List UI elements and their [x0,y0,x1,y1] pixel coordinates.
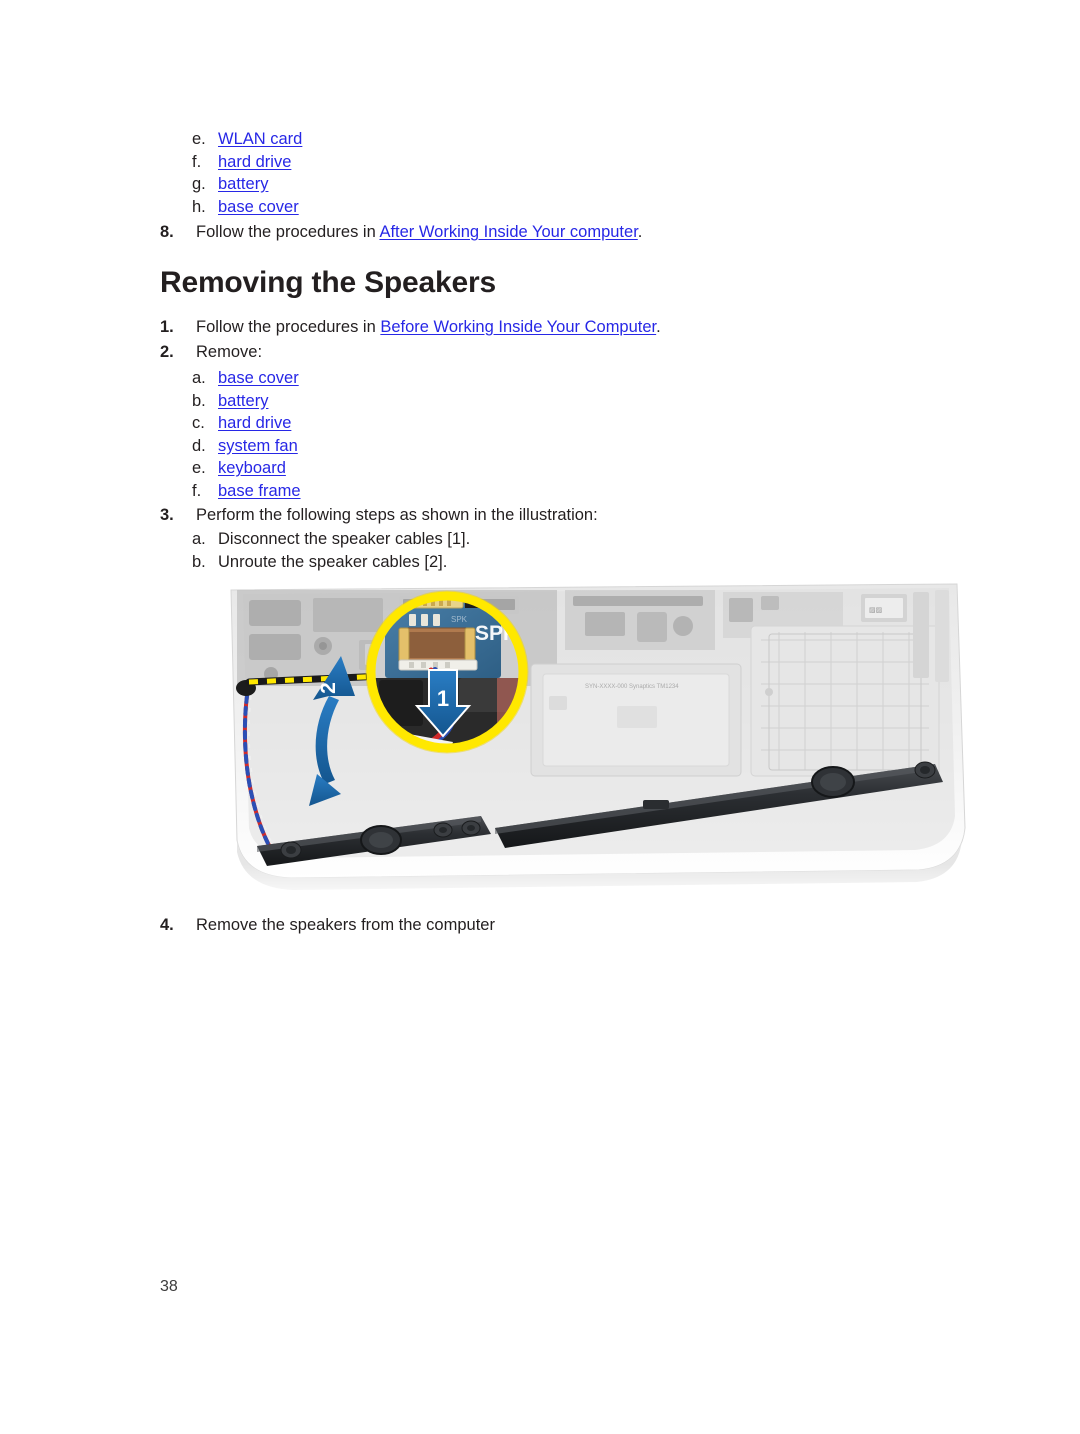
link-wlan-card[interactable]: WLAN card [218,130,302,148]
step-marker: 2. [160,343,174,361]
step-4: 4. Remove the speakers from the computer [150,913,950,938]
list-marker: h. [192,197,206,216]
step-text-before: Follow the procedures in [196,223,380,241]
step-8: 8. Follow the procedures in After Workin… [150,220,950,245]
document-page: e. WLAN card f. hard drive g. battery h.… [0,0,1080,1434]
link-base-frame[interactable]: base frame [218,482,301,500]
step-marker: 1. [160,318,174,336]
board-label-small: SPK [451,615,468,624]
link-base-cover[interactable]: base cover [218,198,299,216]
list-marker: f. [192,481,202,500]
list-item: e. WLAN card [150,128,950,151]
list-item: d. system fan [150,435,950,458]
list-item: h. base cover [150,196,950,219]
step-3-substeps: a. Disconnect the speaker cables [1]. b.… [150,528,950,573]
heading-block: Removing the Speakers [160,264,960,302]
svg-text:SYN-XXXX-000 Synaptics TM1234: SYN-XXXX-000 Synaptics TM1234 [585,684,679,690]
link-before-working-inside-your-computer[interactable]: Before Working Inside Your Computer [380,318,656,336]
list-item: f. base frame [150,480,950,503]
link-battery[interactable]: battery [218,392,268,410]
keyboard-grid-region [750,625,940,777]
step-row: 2. Remove: [150,340,950,365]
link-after-working-inside-your-computer[interactable]: After Working Inside Your computer [379,223,637,241]
page-number: 38 [160,1278,178,1295]
list-item: a. Disconnect the speaker cables [1]. [150,528,950,551]
list-marker: f. [192,152,202,171]
list-item: f. hard drive [150,151,950,174]
step-row: 3. Perform the following steps as shown … [150,503,950,528]
list-item: a. base cover [150,367,950,390]
link-system-fan[interactable]: system fan [218,437,298,455]
continued-component-list: e. WLAN card f. hard drive g. battery h.… [150,128,950,218]
arrow-1-label: 1 [437,686,449,711]
step-text-before: Follow the procedures in [196,318,381,336]
link-hard-drive[interactable]: hard drive [218,414,291,432]
speaker-removal-illustration: )) )) ▨▨ SYN-XXXX-000 Synaptics TM1234 [213,578,975,903]
step-3: 3. Perform the following steps as shown … [150,503,950,528]
list-marker: d. [192,436,206,455]
touchpad-region: SYN-XXXX-000 Synaptics TM1234 [530,663,742,777]
link-keyboard[interactable]: keyboard [218,459,286,477]
list-item: b. Unroute the speaker cables [2]. [150,551,950,574]
step-row: 4. Remove the speakers from the computer [150,913,950,938]
svg-text:▨▨: ▨▨ [869,607,882,614]
step-text-after: . [637,223,643,241]
list-item: e. keyboard [150,457,950,480]
illustration-svg: )) )) ▨▨ SYN-XXXX-000 Synaptics TM1234 [213,583,975,903]
list-marker: a. [192,369,206,387]
list-marker: b. [192,552,206,571]
link-base-cover[interactable]: base cover [218,369,299,387]
callout-circle: SPK SPK 1 [365,590,529,754]
steps-1-2: 1. Follow the procedures in Before Worki… [150,315,950,365]
step-text: Remove the speakers from the computer [196,916,495,934]
list-marker: e. [192,459,206,477]
list-marker: c. [192,414,205,432]
step-text: Remove: [196,343,263,361]
list-marker: b. [192,391,206,410]
list-marker: g. [192,175,206,193]
page-title: Removing the Speakers [160,266,496,299]
link-battery[interactable]: battery [218,175,268,193]
arrow-2-label: 2 [317,682,340,694]
substep-text: Unroute the speaker cables [2]. [218,552,448,571]
step-text: Perform the following steps as shown in … [196,506,598,524]
list-marker: e. [192,130,206,148]
step-marker: 8. [160,223,174,241]
step-text-after: . [656,318,661,336]
step-marker: 3. [160,506,174,524]
remove-component-list: a. base cover b. battery c. hard drive d… [150,367,950,502]
step-row: 8. Follow the procedures in After Workin… [150,220,950,245]
list-marker: a. [192,530,206,548]
list-item: g. battery [150,173,950,196]
step-row: 1. Follow the procedures in Before Worki… [150,315,950,340]
substep-text: Disconnect the speaker cables [1]. [218,530,471,548]
list-item: b. battery [150,390,950,413]
list-item: c. hard drive [150,412,950,435]
link-hard-drive[interactable]: hard drive [218,153,291,171]
step-marker: 4. [160,916,174,934]
